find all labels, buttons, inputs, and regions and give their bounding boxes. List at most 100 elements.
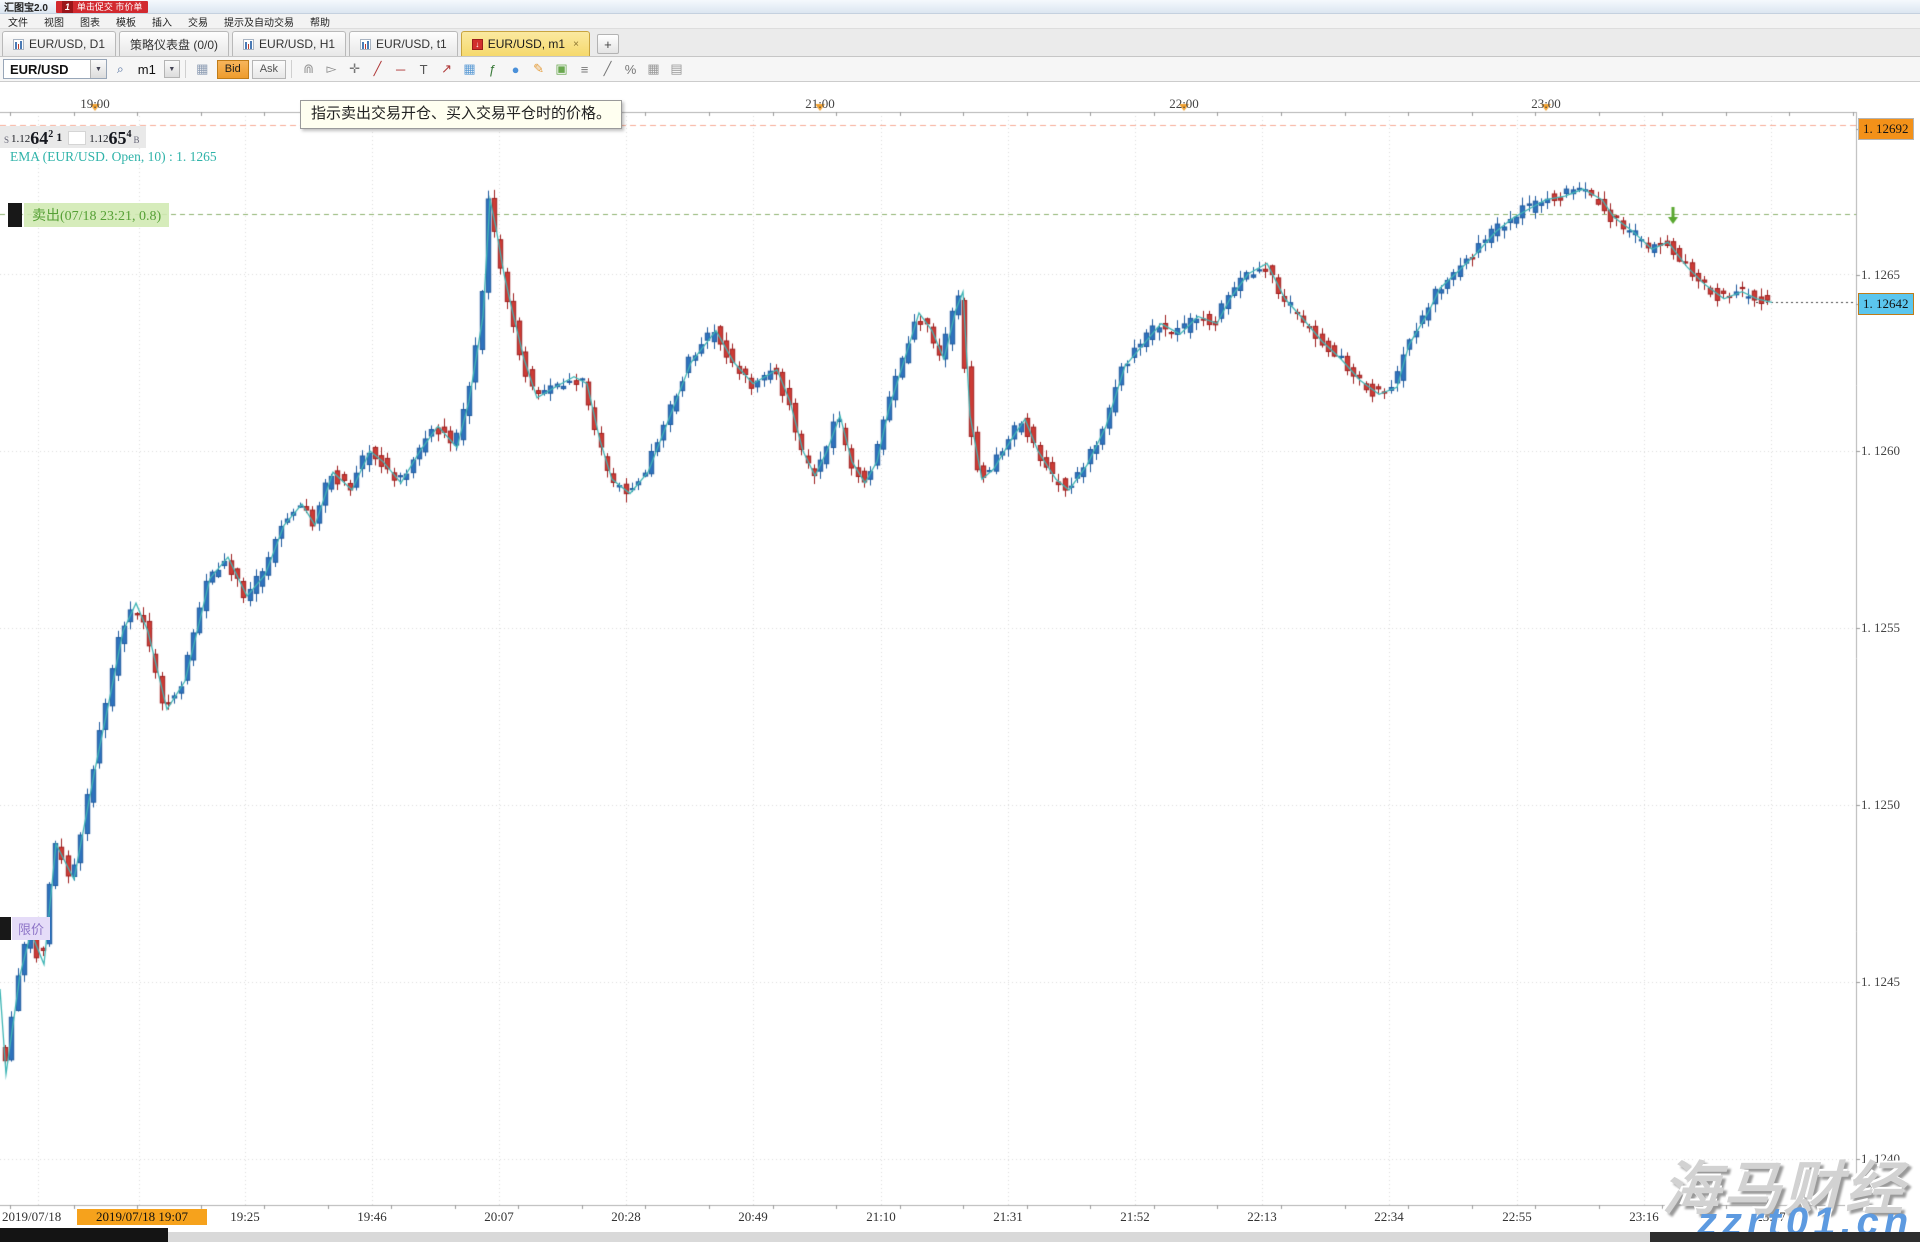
- promo-badge[interactable]: 1 单击促交 市价单: [56, 1, 149, 13]
- buy-tag: B: [134, 135, 140, 145]
- tooltip: 指示卖出交易开仓、买入交易平仓时的价格。: [300, 100, 622, 129]
- price-tick-label: 1. 1255: [1861, 620, 1900, 636]
- menu-item-6[interactable]: 提示及自动交易: [216, 14, 302, 29]
- crosshair-icon[interactable]: ✛: [343, 59, 366, 79]
- chart-window-icon[interactable]: ▦: [191, 59, 214, 79]
- menu-bar: 文件视图图表模板插入交易提示及自动交易帮助: [0, 14, 1920, 29]
- time-tick-label: 19:00: [65, 96, 125, 112]
- price-tick-label: 1. 1265: [1861, 267, 1900, 283]
- sell-price-sup: 2: [48, 129, 53, 140]
- sell-tag: S: [4, 135, 9, 145]
- status-strip: [0, 1232, 1920, 1242]
- menu-item-3[interactable]: 模板: [108, 14, 144, 29]
- buy-price-big: 65: [109, 130, 127, 146]
- sell-order-label[interactable]: 卖出(07/18 23:21, 0.8): [8, 203, 169, 227]
- tab-eurusd-t1[interactable]: EUR/USD, t1: [349, 31, 458, 56]
- menu-item-5[interactable]: 交易: [180, 14, 216, 29]
- tab-label: EUR/USD, m1: [488, 37, 565, 51]
- badge-icon: 1: [62, 1, 73, 13]
- price-tick-label: 1. 1250: [1861, 797, 1900, 813]
- toolbar-icon-group-right: ⋒▻✛╱─T↗▦ƒ●✎▣≡╱%▦▤: [297, 59, 688, 79]
- time-tick-label: 21:52: [1107, 1209, 1163, 1225]
- sell-price-small: 1.12: [11, 133, 30, 145]
- chart-tab-icon: [13, 39, 24, 50]
- tab-label: EUR/USD, t1: [376, 37, 447, 51]
- text-icon[interactable]: T: [412, 59, 435, 79]
- tab-eurusd-m1[interactable]: ↓ EUR/USD, m1 ×: [461, 31, 590, 56]
- time-tick-label: 22:00: [1154, 96, 1214, 112]
- limit-order-label[interactable]: 限价: [0, 917, 50, 940]
- tab-eurusd-h1[interactable]: EUR/USD, H1: [232, 31, 346, 56]
- app-title: 汇图宝2.0: [4, 0, 48, 14]
- slash-icon[interactable]: ╱: [596, 59, 619, 79]
- ask-price-tag: 1. 12692: [1858, 118, 1914, 140]
- menu-item-7[interactable]: 帮助: [302, 14, 338, 29]
- symbol-combo[interactable]: EUR/USD ▼: [3, 59, 107, 79]
- time-tick-label: 22:13: [1234, 1209, 1290, 1225]
- time-tick-label: 21:10: [853, 1209, 909, 1225]
- indicator-icon[interactable]: ƒ: [481, 59, 504, 79]
- buy-price-sup: 4: [127, 129, 132, 140]
- tab-eurusd-d1[interactable]: EUR/USD, D1: [2, 31, 116, 56]
- candlestick-chart[interactable]: [0, 0, 1920, 1242]
- time-tick-label: 22:55: [1489, 1209, 1545, 1225]
- list-icon[interactable]: ≡: [573, 59, 596, 79]
- tab-label: EUR/USD, D1: [29, 37, 105, 51]
- time-tick-label: 21:00: [790, 96, 850, 112]
- globe-icon[interactable]: ●: [504, 59, 527, 79]
- status-strip-right-block: [1650, 1232, 1920, 1242]
- tab-label: 策略仪表盘 (0/0): [130, 36, 218, 53]
- toolbar-icon-group-left: ▦: [191, 59, 214, 79]
- quote-chip: [68, 131, 86, 145]
- magnet-icon[interactable]: ⋒: [297, 59, 320, 79]
- badge-label: 单击促交 市价单: [77, 1, 143, 13]
- chart-tab-icon: [243, 39, 254, 50]
- order-handle-icon[interactable]: [0, 917, 11, 940]
- template-icon[interactable]: ▤: [665, 59, 688, 79]
- menu-item-0[interactable]: 文件: [0, 14, 36, 29]
- buy-price-small: 1.12: [89, 133, 108, 145]
- spread-value: 1: [56, 130, 62, 145]
- bid-button[interactable]: Bid: [217, 60, 249, 79]
- trading-app-window: 汇图宝2.0 1 单击促交 市价单 文件视图图表模板插入交易提示及自动交易帮助 E…: [0, 0, 1920, 1242]
- cursor-icon[interactable]: ▻: [320, 59, 343, 79]
- limit-order-text: 限价: [12, 917, 50, 940]
- chart-tab-icon: [360, 39, 371, 50]
- toolbar-separator: [291, 60, 292, 78]
- status-strip-left-block: [0, 1228, 168, 1242]
- bid-price-tag: 1. 12642: [1858, 293, 1914, 315]
- timeframe-chevron-down-icon[interactable]: ▼: [164, 60, 180, 78]
- menu-item-2[interactable]: 图表: [72, 14, 108, 29]
- hline-icon[interactable]: ─: [389, 59, 412, 79]
- menu-item-4[interactable]: 插入: [144, 14, 180, 29]
- price-tick-label: 1. 1245: [1861, 974, 1900, 990]
- calendar-icon[interactable]: ▦: [458, 59, 481, 79]
- tab-close-icon[interactable]: ×: [573, 39, 579, 50]
- selected-time-tick[interactable]: 2019/07/18 19:07: [77, 1209, 207, 1225]
- title-bar: 汇图宝2.0 1 单击促交 市价单: [0, 0, 1920, 14]
- time-tick-label: 22:34: [1361, 1209, 1417, 1225]
- time-tick-label: 19:25: [217, 1209, 273, 1225]
- sell-order-text: 卖出(07/18 23:21, 0.8): [24, 203, 169, 227]
- order-handle-icon[interactable]: [8, 203, 22, 227]
- search-icon[interactable]: ⌕: [117, 62, 124, 77]
- tab-strategy-dashboard[interactable]: 策略仪表盘 (0/0): [119, 31, 229, 56]
- tab-label: EUR/USD, H1: [259, 37, 335, 51]
- time-tick-label: 20:07: [471, 1209, 527, 1225]
- timeframe-combo-value: m1: [124, 62, 164, 77]
- new-tab-button[interactable]: +: [597, 34, 619, 54]
- menu-item-1[interactable]: 视图: [36, 14, 72, 29]
- chevron-down-icon[interactable]: ▼: [90, 60, 106, 78]
- sell-price-big: 64: [30, 130, 48, 146]
- ask-button[interactable]: Ask: [252, 60, 286, 79]
- trendline-icon[interactable]: ╱: [366, 59, 389, 79]
- toolbar-separator: [185, 60, 186, 78]
- brush-icon[interactable]: ✎: [527, 59, 550, 79]
- symbol-combo-value: EUR/USD: [4, 62, 90, 77]
- chart-tab-icon: ↓: [472, 39, 483, 50]
- percent-icon[interactable]: %: [619, 59, 642, 79]
- chart-tab-bar: EUR/USD, D1 策略仪表盘 (0/0) EUR/USD, H1 EUR/USD…: [0, 29, 1920, 57]
- arrow-icon[interactable]: ↗: [435, 59, 458, 79]
- grid-icon[interactable]: ▦: [642, 59, 665, 79]
- camera-icon[interactable]: ▣: [550, 59, 573, 79]
